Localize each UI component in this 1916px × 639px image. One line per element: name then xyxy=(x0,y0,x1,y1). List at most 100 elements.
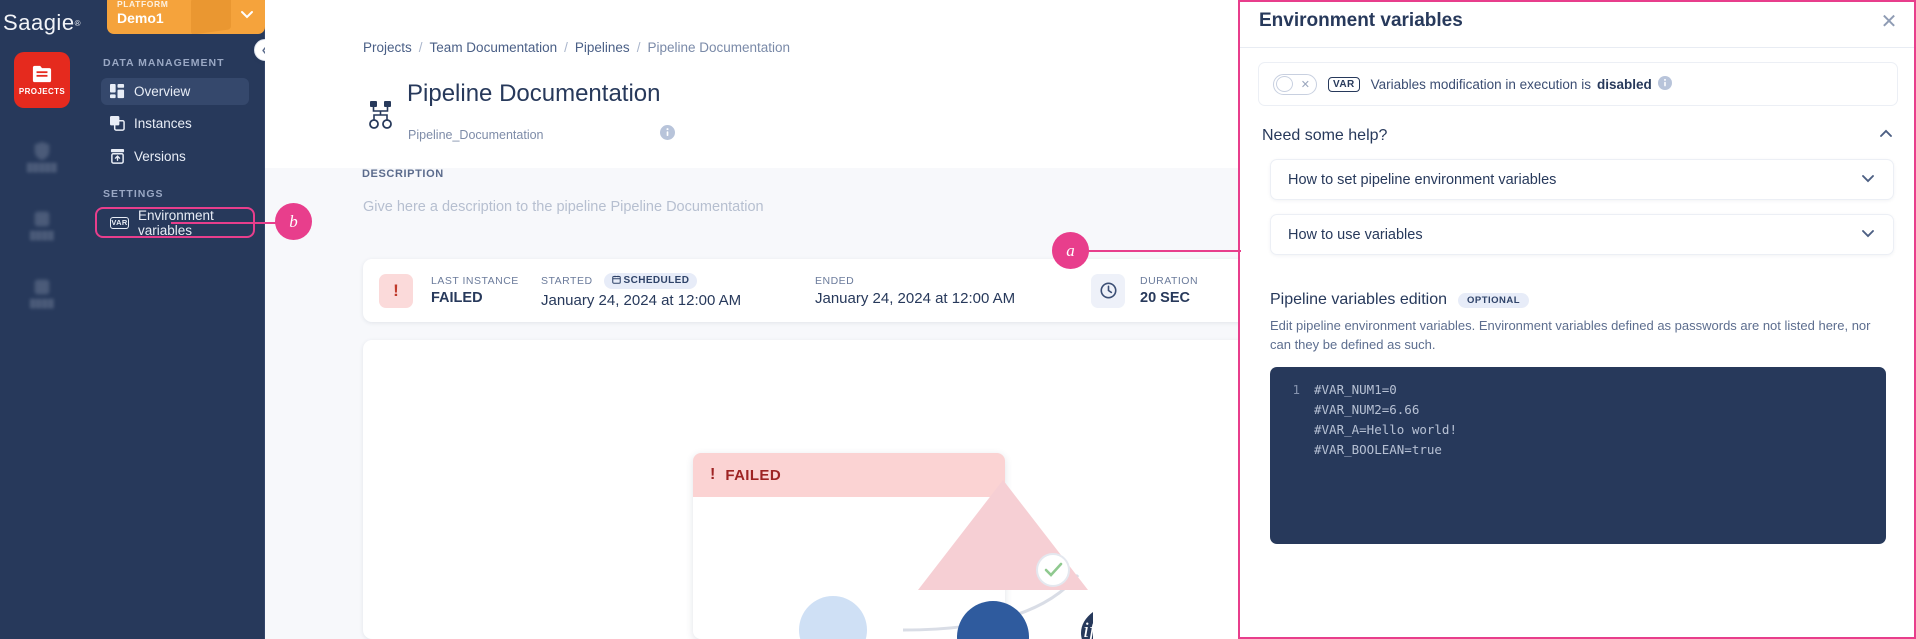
code-text: #VAR_NUM1=0 xyxy=(1314,382,1397,398)
accordion-label: How to use variables xyxy=(1288,226,1423,243)
annotation-marker-b: b xyxy=(275,203,312,240)
graph-decoration-nodes: if xyxy=(799,596,1093,639)
saagie-logo: Saagie ® xyxy=(3,8,80,38)
square-icon xyxy=(31,276,53,296)
failed-status-icon: ! xyxy=(379,273,413,308)
panel-title: Environment variables xyxy=(1259,10,1463,31)
stat-value: 20 SEC xyxy=(1140,290,1190,306)
info-icon[interactable] xyxy=(660,125,675,140)
breadcrumb-separator: / xyxy=(564,40,568,55)
code-line: . #VAR_A=Hello world! xyxy=(1270,420,1886,440)
rail-item-4[interactable]: ████ xyxy=(14,264,70,320)
rail-item-label: ████ xyxy=(29,231,55,240)
pipeline-icon xyxy=(368,100,394,130)
code-line: . #VAR_BOOLEAN=true xyxy=(1270,440,1886,460)
line-number: 1 xyxy=(1292,382,1300,398)
line-number: . xyxy=(1270,400,1314,420)
copies-icon xyxy=(110,116,125,131)
scheduled-badge: SCHEDULED xyxy=(603,272,698,289)
panel-body: ✕ VAR Variables modification in executio… xyxy=(1240,48,1916,639)
page-subtitle: Pipeline_Documentation xyxy=(408,128,544,142)
sidebar-item-label: Versions xyxy=(134,149,186,164)
code-text: #VAR_BOOLEAN=true xyxy=(1314,442,1442,458)
description-placeholder[interactable]: Give here a description to the pipeline … xyxy=(363,199,764,215)
sidebar-item-label: Instances xyxy=(134,116,192,131)
stat-label: ENDED xyxy=(815,274,855,287)
chevron-up-icon[interactable] xyxy=(1878,126,1894,145)
platform-value: Demo1 xyxy=(117,10,164,26)
need-help-title: Need some help? xyxy=(1262,126,1388,144)
sidebar-section-settings: SETTINGS xyxy=(103,188,164,200)
stat-ended: ENDED January 24, 2024 at 12:00 AM xyxy=(815,275,1083,307)
stat-duration: DURATION 20 SEC xyxy=(1140,275,1244,306)
saagie-logo-mark: ® xyxy=(74,18,81,28)
toggle-text-prefix: Variables modification in execution is xyxy=(1370,76,1591,92)
x-icon: ✕ xyxy=(1300,78,1310,91)
stat-label: DURATION xyxy=(1140,275,1199,287)
variables-modification-switch[interactable]: ✕ xyxy=(1273,73,1317,95)
chevron-down-icon xyxy=(1860,225,1876,244)
folder-icon xyxy=(31,64,53,84)
exclamation-icon: ! xyxy=(710,466,716,483)
breadcrumb-item-pipelines[interactable]: Pipelines xyxy=(575,40,630,55)
accordion-how-to-set-pipeline-environment-variables[interactable]: How to set pipeline environment variable… xyxy=(1270,159,1894,200)
exclamation-icon: ! xyxy=(393,280,399,300)
need-help-header[interactable]: Need some help? xyxy=(1258,126,1898,145)
app-root: Saagie ® PROJECTS █████ ████ ████ PLATFO… xyxy=(0,0,1916,639)
rail-item-label: ████ xyxy=(29,299,55,308)
var-icon: VAR xyxy=(1328,76,1360,92)
scheduled-badge-label: SCHEDULED xyxy=(623,275,690,286)
code-text: #VAR_NUM2=6.66 xyxy=(1314,402,1420,418)
info-icon[interactable] xyxy=(1657,75,1672,93)
switch-knob xyxy=(1276,76,1293,92)
pipeline-variables-edition-description: Edit pipeline environment variables. Env… xyxy=(1270,318,1871,353)
code-text: #VAR_A=Hello world! xyxy=(1314,422,1457,438)
calendar-icon xyxy=(611,275,621,287)
rail-item-3[interactable]: ████ xyxy=(14,196,70,252)
description-label: DESCRIPTION xyxy=(362,168,444,180)
cube-icon xyxy=(191,0,231,34)
line-number: . xyxy=(1270,420,1314,440)
code-line: 1 #VAR_NUM1=0 xyxy=(1270,380,1886,400)
job-node-status-label: FAILED xyxy=(725,466,782,484)
stat-value: January 24, 2024 at 12:00 AM xyxy=(815,289,1016,307)
rail-item-label: PROJECTS xyxy=(18,87,66,96)
stat-last-instance: LAST INSTANCE FAILED xyxy=(431,275,539,306)
stat-value: January 24, 2024 at 12:00 AM xyxy=(541,291,742,309)
sidebar-item-label: Overview xyxy=(134,84,191,99)
stat-label: LAST INSTANCE xyxy=(431,275,519,287)
variables-code-editor[interactable]: 1 #VAR_NUM1=0 . #VAR_NUM2=6.66 . #VAR_A=… xyxy=(1270,367,1886,545)
breadcrumb-item-team-documentation[interactable]: Team Documentation xyxy=(430,40,558,55)
breadcrumb-item-pipeline-documentation: Pipeline Documentation xyxy=(647,40,791,55)
var-icon: VAR xyxy=(110,216,129,229)
shield-icon xyxy=(31,140,53,161)
sidebar-section-data-management: DATA MANAGEMENT xyxy=(103,57,225,69)
rail-item-label: █████ xyxy=(26,163,58,172)
accordion-how-to-use-variables[interactable]: How to use variables xyxy=(1270,214,1894,255)
stat-value: FAILED xyxy=(431,290,483,306)
platform-selector[interactable]: PLATFORM Demo1 xyxy=(107,0,265,34)
code-line: . #VAR_NUM2=6.66 xyxy=(1270,400,1886,420)
toggle-state: disabled xyxy=(1596,76,1652,92)
rail-item-2[interactable]: █████ xyxy=(14,128,70,184)
breadcrumb-item-projects[interactable]: Projects xyxy=(363,40,412,55)
saagie-logo-text: Saagie xyxy=(3,10,75,35)
square-icon xyxy=(31,208,53,228)
sidebar-item-overview[interactable]: Overview xyxy=(101,78,249,105)
page-title: Pipeline Documentation xyxy=(407,80,661,107)
variables-modification-toggle-row: ✕ VAR Variables modification in executio… xyxy=(1258,62,1898,106)
breadcrumb-separator: / xyxy=(418,40,423,55)
svg-text:if: if xyxy=(1083,617,1093,639)
grid-icon xyxy=(110,84,125,99)
stat-started: STARTED SCHEDULED January 24, 2024 at 12… xyxy=(541,272,811,309)
chevron-down-icon xyxy=(239,6,255,27)
rail-item-projects[interactable]: PROJECTS xyxy=(14,52,70,108)
close-icon[interactable]: ✕ xyxy=(1878,12,1900,34)
pipeline-variables-edition-title: Pipeline variables edition xyxy=(1270,291,1447,308)
sidebar-item-instances[interactable]: Instances xyxy=(101,110,249,137)
chevron-down-icon xyxy=(1860,170,1876,189)
variables-modification-text: Variables modification in execution is d… xyxy=(1370,75,1672,93)
stat-label: STARTED xyxy=(541,274,593,287)
sidebar-item-versions[interactable]: Versions xyxy=(101,143,249,170)
annotation-leader-a xyxy=(1086,250,1241,253)
